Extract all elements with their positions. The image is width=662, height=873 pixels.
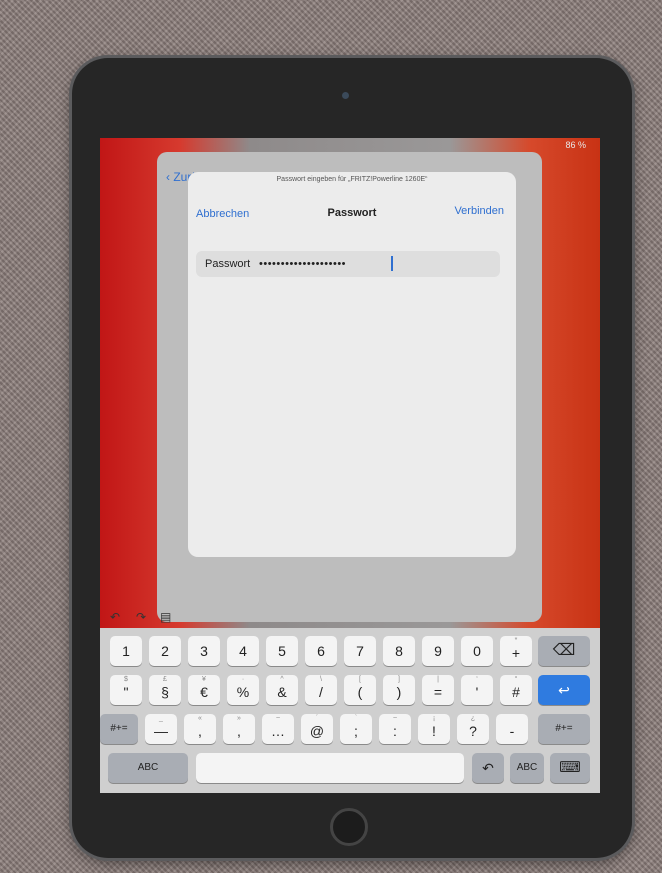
- key-question[interactable]: ¿?: [457, 714, 489, 744]
- keyboard-row-2: $ " £ § ¥ € ·% ^ & \ / [( ]) | = ‘' ° # ↩: [100, 675, 600, 705]
- key-dash[interactable]: _ —: [145, 714, 177, 744]
- abc-key-left[interactable]: ABC: [108, 753, 188, 783]
- key-percent[interactable]: ·%: [227, 675, 259, 705]
- key-slash[interactable]: \ /: [305, 675, 337, 705]
- key-comma-2[interactable]: »,: [223, 714, 255, 744]
- camera-icon: [342, 92, 349, 99]
- key-close-paren[interactable]: ]): [383, 675, 415, 705]
- key-semicolon[interactable]: `;: [340, 714, 372, 744]
- return-key[interactable]: ↩: [538, 675, 590, 705]
- key-exclamation[interactable]: ¡!: [418, 714, 450, 744]
- password-input[interactable]: [259, 255, 459, 273]
- key-ellipsis[interactable]: ~…: [262, 714, 294, 744]
- password-dialog: Passwort eingeben für „FRITZ!Powerline 1…: [188, 172, 516, 557]
- text-cursor: [391, 256, 393, 271]
- redo-icon[interactable]: ↷: [136, 610, 146, 624]
- key-quote[interactable]: $ ": [110, 675, 142, 705]
- undo-icon[interactable]: ↶: [110, 610, 120, 624]
- more-symbols-key-left[interactable]: #+=: [100, 714, 138, 744]
- undo-key-icon: ↶: [482, 760, 494, 776]
- more-symbols-key-right[interactable]: #+=: [538, 714, 590, 744]
- key-hyphen[interactable]: -: [496, 714, 528, 744]
- paste-icon[interactable]: ▤: [160, 610, 171, 624]
- undo-key[interactable]: ↶: [472, 753, 504, 783]
- keyboard-dismiss-icon: ⌨: [559, 759, 581, 776]
- keyboard-row-1: 1 2 3 4 5 6 7 8 9 0 * + ⌫: [100, 636, 600, 666]
- battery-status: 86 %: [565, 140, 586, 150]
- dismiss-keyboard-key[interactable]: ⌨: [550, 753, 590, 783]
- home-button[interactable]: [330, 808, 368, 846]
- key-6[interactable]: 6: [305, 636, 337, 666]
- key-ampersand[interactable]: ^ &: [266, 675, 298, 705]
- key-open-paren[interactable]: [(: [344, 675, 376, 705]
- password-field[interactable]: Passwort: [196, 251, 500, 277]
- password-label: Passwort: [205, 258, 251, 270]
- key-comma-1[interactable]: «,: [184, 714, 216, 744]
- key-9[interactable]: 9: [422, 636, 454, 666]
- key-section[interactable]: £ §: [149, 675, 181, 705]
- key-plus[interactable]: * +: [500, 636, 532, 666]
- key-5[interactable]: 5: [266, 636, 298, 666]
- keyboard-row-4: ABC ↶ ABC ⌨: [100, 753, 600, 783]
- delete-key[interactable]: ⌫: [538, 636, 590, 666]
- key-equals[interactable]: | =: [422, 675, 454, 705]
- key-hash[interactable]: ° #: [500, 675, 532, 705]
- key-3[interactable]: 3: [188, 636, 220, 666]
- screen: 86 % ‹ Zurück Passwort eingeben für „FRI…: [100, 138, 600, 793]
- keyboard: ↶ ↷ ▤ 1 2 3 4 5 6 7 8 9 0 * + ⌫ $ " £ § ¥ €: [100, 610, 600, 793]
- password-prompt: Passwort eingeben für „FRITZ!Powerline 1…: [276, 176, 428, 183]
- keyboard-row-3: #+= _ — «, », ~… ´ @ `; ~: ¡! ¿? - #+=: [100, 714, 600, 744]
- tablet-device: 86 % ‹ Zurück Passwort eingeben für „FRI…: [72, 58, 632, 858]
- key-euro[interactable]: ¥ €: [188, 675, 220, 705]
- space-key[interactable]: [196, 753, 464, 783]
- connect-button[interactable]: Verbinden: [454, 205, 504, 217]
- delete-icon: ⌫: [552, 642, 576, 659]
- key-apostrophe[interactable]: ‘': [461, 675, 493, 705]
- chevron-left-icon: ‹: [166, 170, 170, 184]
- key-4[interactable]: 4: [227, 636, 259, 666]
- key-2[interactable]: 2: [149, 636, 181, 666]
- key-colon[interactable]: ~:: [379, 714, 411, 744]
- return-icon: ↩: [558, 682, 570, 698]
- abc-key-right[interactable]: ABC: [510, 753, 544, 783]
- key-7[interactable]: 7: [344, 636, 376, 666]
- key-8[interactable]: 8: [383, 636, 415, 666]
- key-0[interactable]: 0: [461, 636, 493, 666]
- key-at[interactable]: ´ @: [301, 714, 333, 744]
- key-1[interactable]: 1: [110, 636, 142, 666]
